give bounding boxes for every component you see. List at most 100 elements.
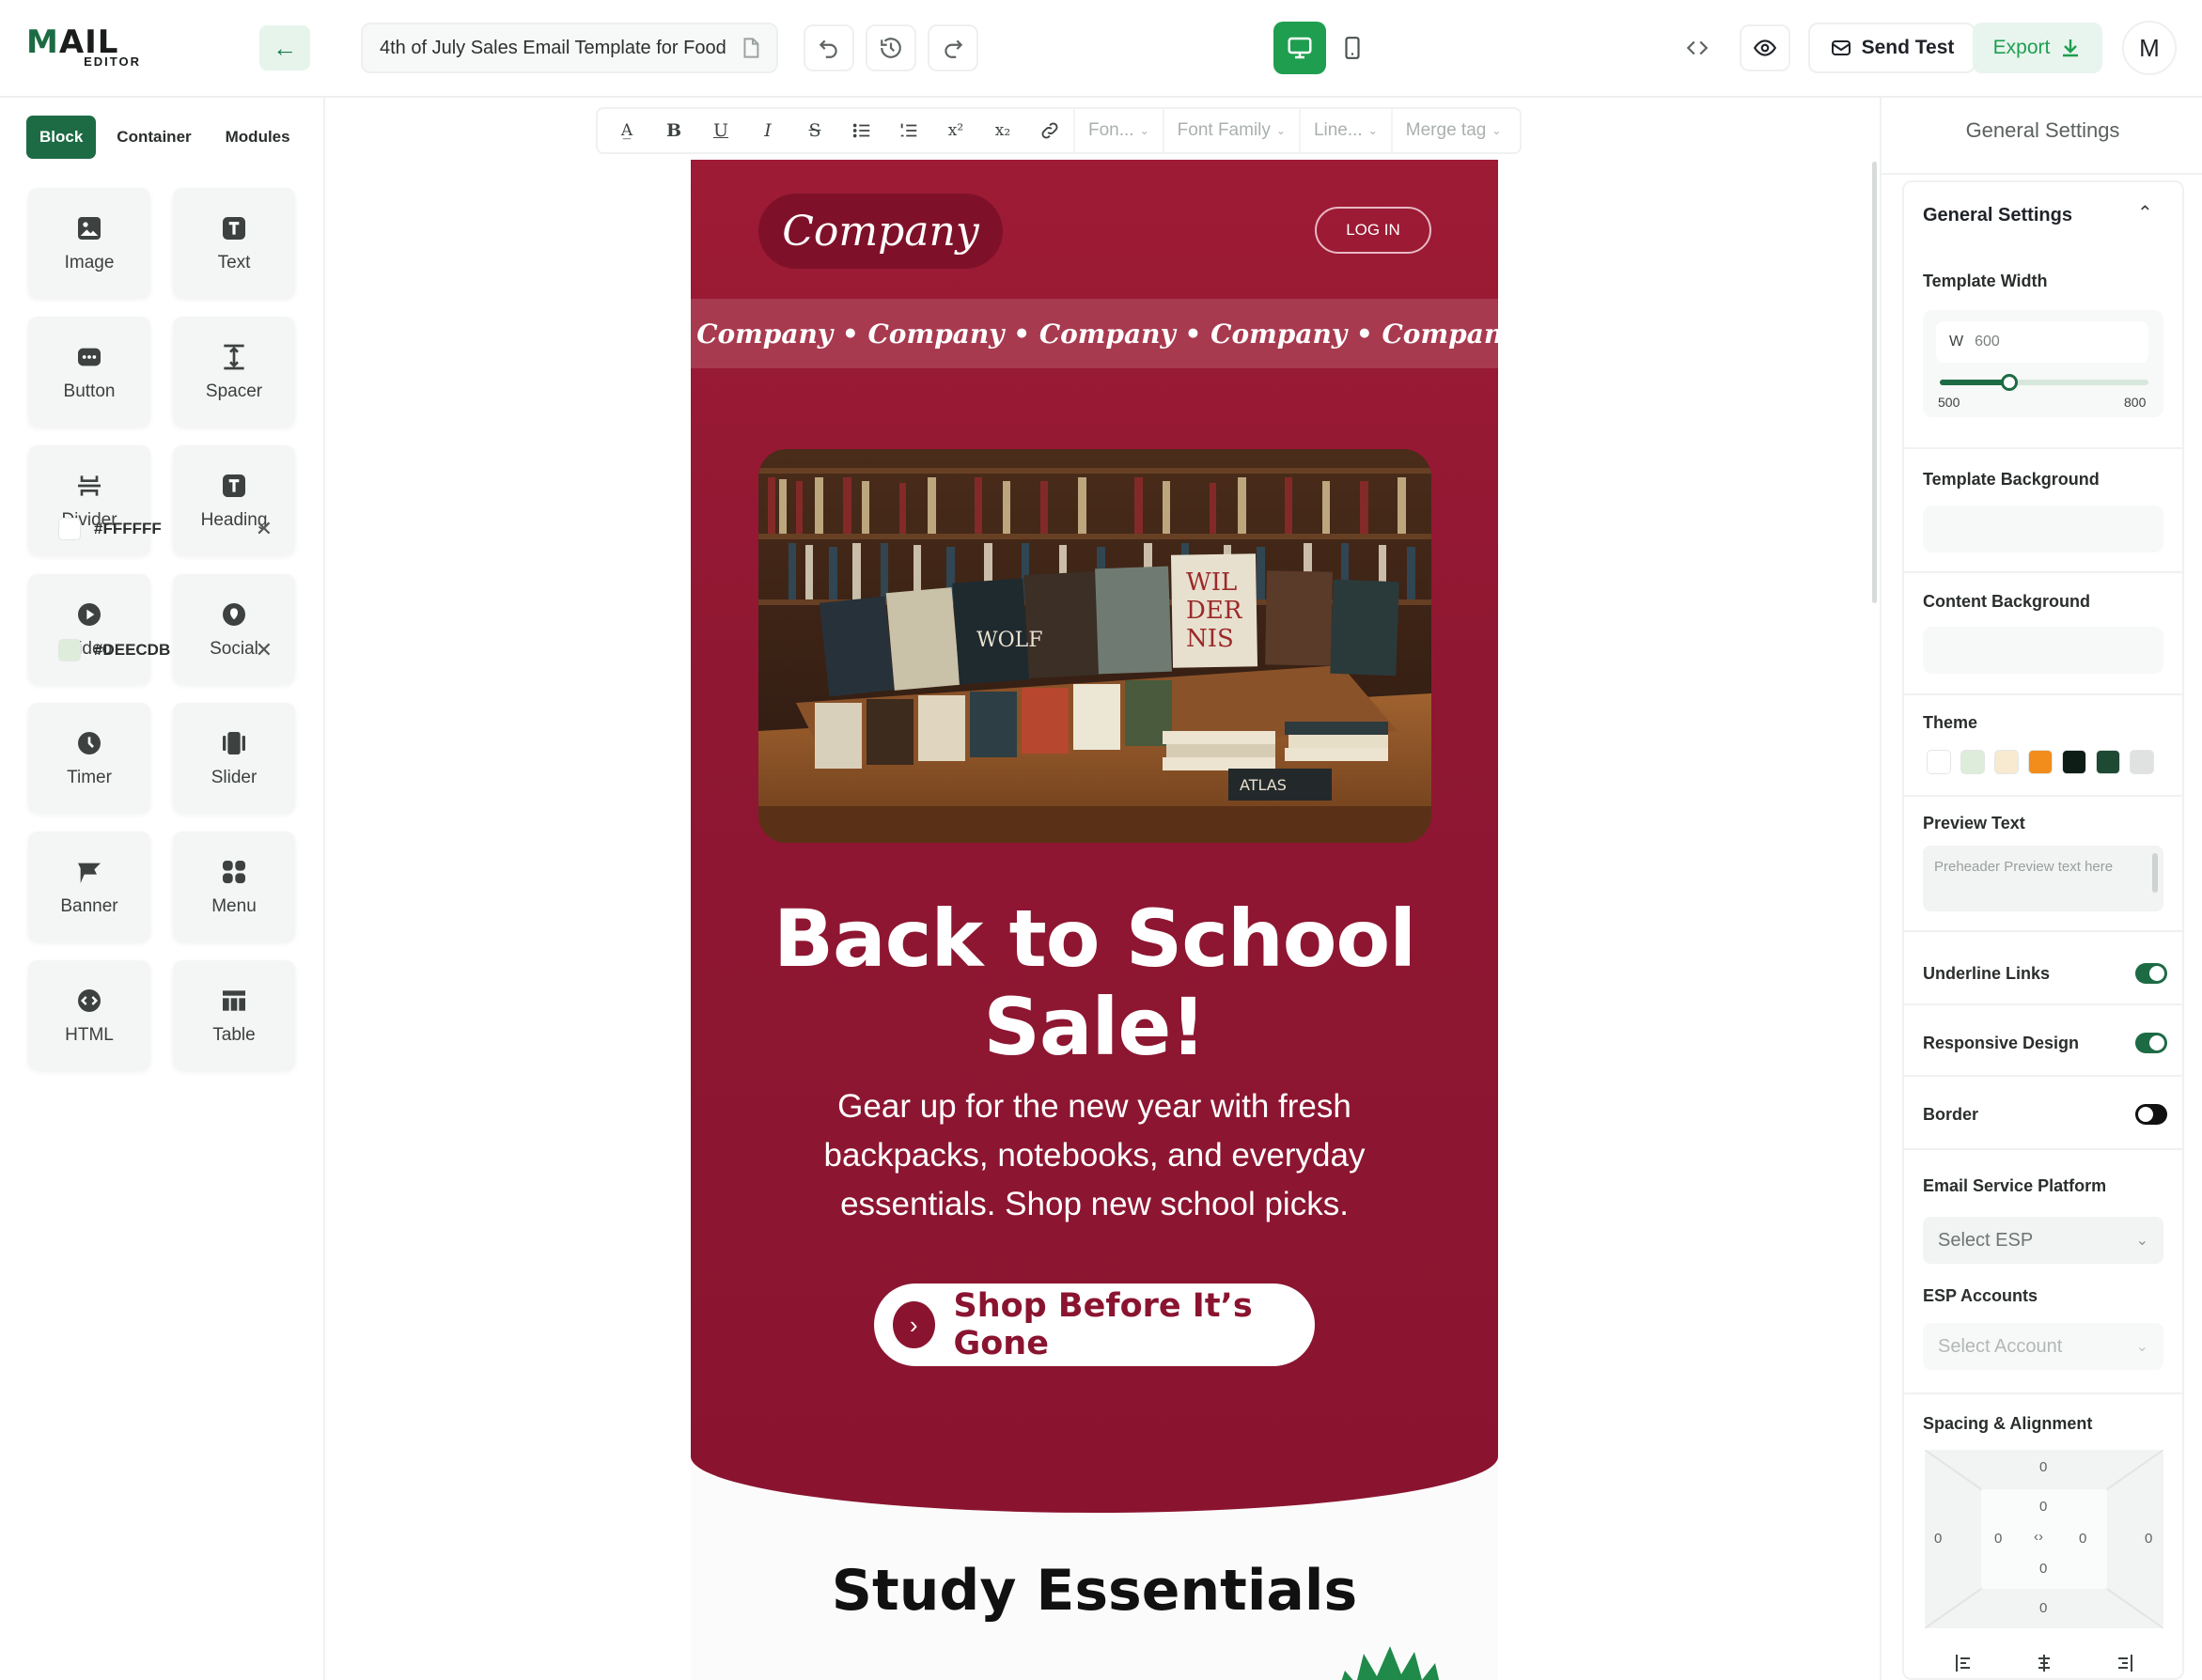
user-avatar[interactable]: M bbox=[2122, 21, 2177, 75]
margin-left-value[interactable]: 0 bbox=[1934, 1531, 1942, 1547]
align-left-icon[interactable] bbox=[1953, 1652, 1976, 1674]
font-family-select[interactable]: Font Family ⌄ bbox=[1162, 109, 1299, 152]
esp-select[interactable]: Select ESP ⌄ bbox=[1923, 1217, 2163, 1264]
undo-button[interactable] bbox=[804, 24, 854, 71]
block-menu[interactable]: Menu bbox=[173, 832, 295, 941]
margin-bottom-value[interactable]: 0 bbox=[2039, 1600, 2047, 1616]
theme-swatches bbox=[1927, 750, 2154, 774]
underline-links-toggle[interactable] bbox=[2135, 963, 2167, 984]
width-slider-handle[interactable] bbox=[2000, 374, 2018, 391]
margin-top-value[interactable]: 0 bbox=[2039, 1459, 2047, 1475]
preview-text-input[interactable]: Preheader Preview text here bbox=[1923, 846, 2163, 911]
preview-text-scrollbar[interactable] bbox=[2152, 853, 2158, 893]
bold-button[interactable]: B bbox=[650, 109, 697, 152]
width-slider-track[interactable] bbox=[1940, 374, 2148, 391]
numbered-list-button[interactable] bbox=[885, 109, 932, 152]
tab-block[interactable]: Block bbox=[26, 116, 97, 159]
send-test-button[interactable]: Send Test bbox=[1808, 23, 1976, 73]
block-button[interactable]: Button bbox=[28, 317, 150, 427]
theme-swatch[interactable] bbox=[1960, 750, 1985, 774]
hero-section[interactable]: Company LOG IN • Company • Company • Com… bbox=[691, 160, 1498, 1513]
hero-subtext[interactable]: Gear up for the new year with fresh back… bbox=[794, 1082, 1395, 1229]
block-banner[interactable]: Banner bbox=[28, 832, 150, 941]
block-table[interactable]: Table bbox=[173, 960, 295, 1070]
section-heading[interactable]: Study Essentials bbox=[691, 1558, 1498, 1624]
responsive-design-toggle[interactable] bbox=[2135, 1033, 2167, 1053]
cta-label: Shop Before It’s Gone bbox=[953, 1287, 1253, 1362]
text-color-button[interactable]: A̲ bbox=[603, 109, 650, 152]
template-background-swatch[interactable] bbox=[58, 518, 81, 540]
block-slider[interactable]: Slider bbox=[173, 703, 295, 813]
email-preview[interactable]: Company LOG IN • Company • Company • Com… bbox=[691, 160, 1498, 1680]
align-right-icon[interactable] bbox=[2113, 1652, 2135, 1674]
theme-swatch[interactable] bbox=[1994, 750, 2019, 774]
close-icon[interactable]: ✕ bbox=[256, 638, 273, 662]
bullet-list-button[interactable] bbox=[838, 109, 885, 152]
block-spacer[interactable]: Spacer bbox=[173, 317, 295, 427]
underline-button[interactable]: U bbox=[697, 109, 744, 152]
send-test-label: Send Test bbox=[1861, 37, 1955, 58]
superscript-button[interactable]: x² bbox=[932, 109, 979, 152]
strikethrough-button[interactable]: S bbox=[791, 109, 838, 152]
line-height-select[interactable]: Line... ⌄ bbox=[1298, 109, 1391, 152]
theme-swatch[interactable] bbox=[1927, 750, 1951, 774]
export-button[interactable]: Export bbox=[1973, 23, 2102, 73]
theme-swatch[interactable] bbox=[2028, 750, 2053, 774]
padding-top-value[interactable]: 0 bbox=[2039, 1499, 2047, 1515]
template-title-field[interactable]: 4th of July Sales Email Template for Foo… bbox=[361, 23, 778, 73]
chevron-down-icon: ⌄ bbox=[2135, 1233, 2148, 1249]
content-background-field[interactable]: #DEECDB ✕ bbox=[45, 630, 286, 671]
block-image[interactable]: Image bbox=[28, 188, 150, 298]
login-button[interactable]: LOG IN bbox=[1315, 207, 1431, 254]
theme-swatch[interactable] bbox=[2096, 750, 2120, 774]
block-text[interactable]: Text bbox=[173, 188, 295, 298]
theme-swatch[interactable] bbox=[2062, 750, 2086, 774]
company-logo[interactable]: Company bbox=[758, 194, 1003, 269]
close-icon[interactable]: ✕ bbox=[256, 517, 273, 541]
tab-modules[interactable]: Modules bbox=[211, 116, 304, 159]
padding-left-value[interactable]: 0 bbox=[1994, 1531, 2002, 1547]
divider bbox=[1902, 1003, 2184, 1005]
back-button[interactable]: ← bbox=[259, 25, 310, 70]
link-button[interactable] bbox=[1026, 109, 1073, 152]
divider bbox=[1902, 447, 2184, 449]
margin-right-value[interactable]: 0 bbox=[2145, 1531, 2152, 1547]
mobile-view-button[interactable] bbox=[1329, 23, 1376, 72]
esp-accounts-select[interactable]: Select Account ⌄ bbox=[1923, 1323, 2163, 1370]
shop-cta-button[interactable]: › Shop Before It’s Gone bbox=[874, 1283, 1315, 1366]
block-html[interactable]: HTML bbox=[28, 960, 150, 1070]
padding-bottom-value[interactable]: 0 bbox=[2039, 1561, 2047, 1577]
hero-headline[interactable]: Back to School Sale! bbox=[728, 894, 1460, 1071]
history-button[interactable] bbox=[866, 24, 916, 71]
border-toggle[interactable] bbox=[2135, 1104, 2167, 1125]
width-input[interactable]: W 600 bbox=[1936, 321, 2148, 363]
spacing-box-model: 0 0 0 0 ‹› 0 0 0 0 bbox=[1925, 1450, 2163, 1628]
code-view-button[interactable] bbox=[1672, 24, 1723, 71]
redo-button[interactable] bbox=[928, 24, 978, 71]
padding-right-value[interactable]: 0 bbox=[2079, 1531, 2086, 1547]
merge-tag-select[interactable]: Merge tag ⌄ bbox=[1390, 109, 1515, 152]
block-timer[interactable]: Timer bbox=[28, 703, 150, 813]
template-background-field[interactable]: #FFFFFF ✕ bbox=[45, 508, 286, 550]
monitor-icon bbox=[1288, 37, 1312, 59]
italic-button[interactable]: I bbox=[744, 109, 791, 152]
align-center-icon[interactable] bbox=[2033, 1652, 2055, 1674]
font-size-select[interactable]: Fon... ⌄ bbox=[1073, 109, 1163, 152]
theme-swatch[interactable] bbox=[2130, 750, 2154, 774]
subscript-button[interactable]: x₂ bbox=[979, 109, 1026, 152]
desktop-view-button[interactable] bbox=[1273, 22, 1326, 74]
tab-container[interactable]: Container bbox=[103, 116, 205, 159]
chevron-up-icon[interactable]: ⌃ bbox=[2137, 201, 2153, 225]
company-marquee[interactable]: • Company • Company • Company • Company … bbox=[691, 299, 1498, 368]
preview-button[interactable] bbox=[1740, 24, 1790, 71]
app-logo[interactable]: MAIL EDITOR bbox=[26, 26, 145, 70]
canvas-scrollbar[interactable] bbox=[1872, 162, 1877, 603]
line-height-value: Line... bbox=[1313, 120, 1363, 140]
spacing-label: Spacing & Alignment bbox=[1923, 1414, 2093, 1433]
logo-subtitle: EDITOR bbox=[84, 54, 141, 69]
bookstore-photo[interactable]: WIL DER NIS WOLF ATLAS bbox=[758, 449, 1431, 843]
left-panel: Block Container Modules Image Text Butto… bbox=[0, 98, 325, 1680]
content-background-swatch[interactable] bbox=[58, 639, 81, 661]
esp-accounts-value: Select Account bbox=[1938, 1335, 2063, 1357]
block-label: Table bbox=[212, 1024, 256, 1045]
